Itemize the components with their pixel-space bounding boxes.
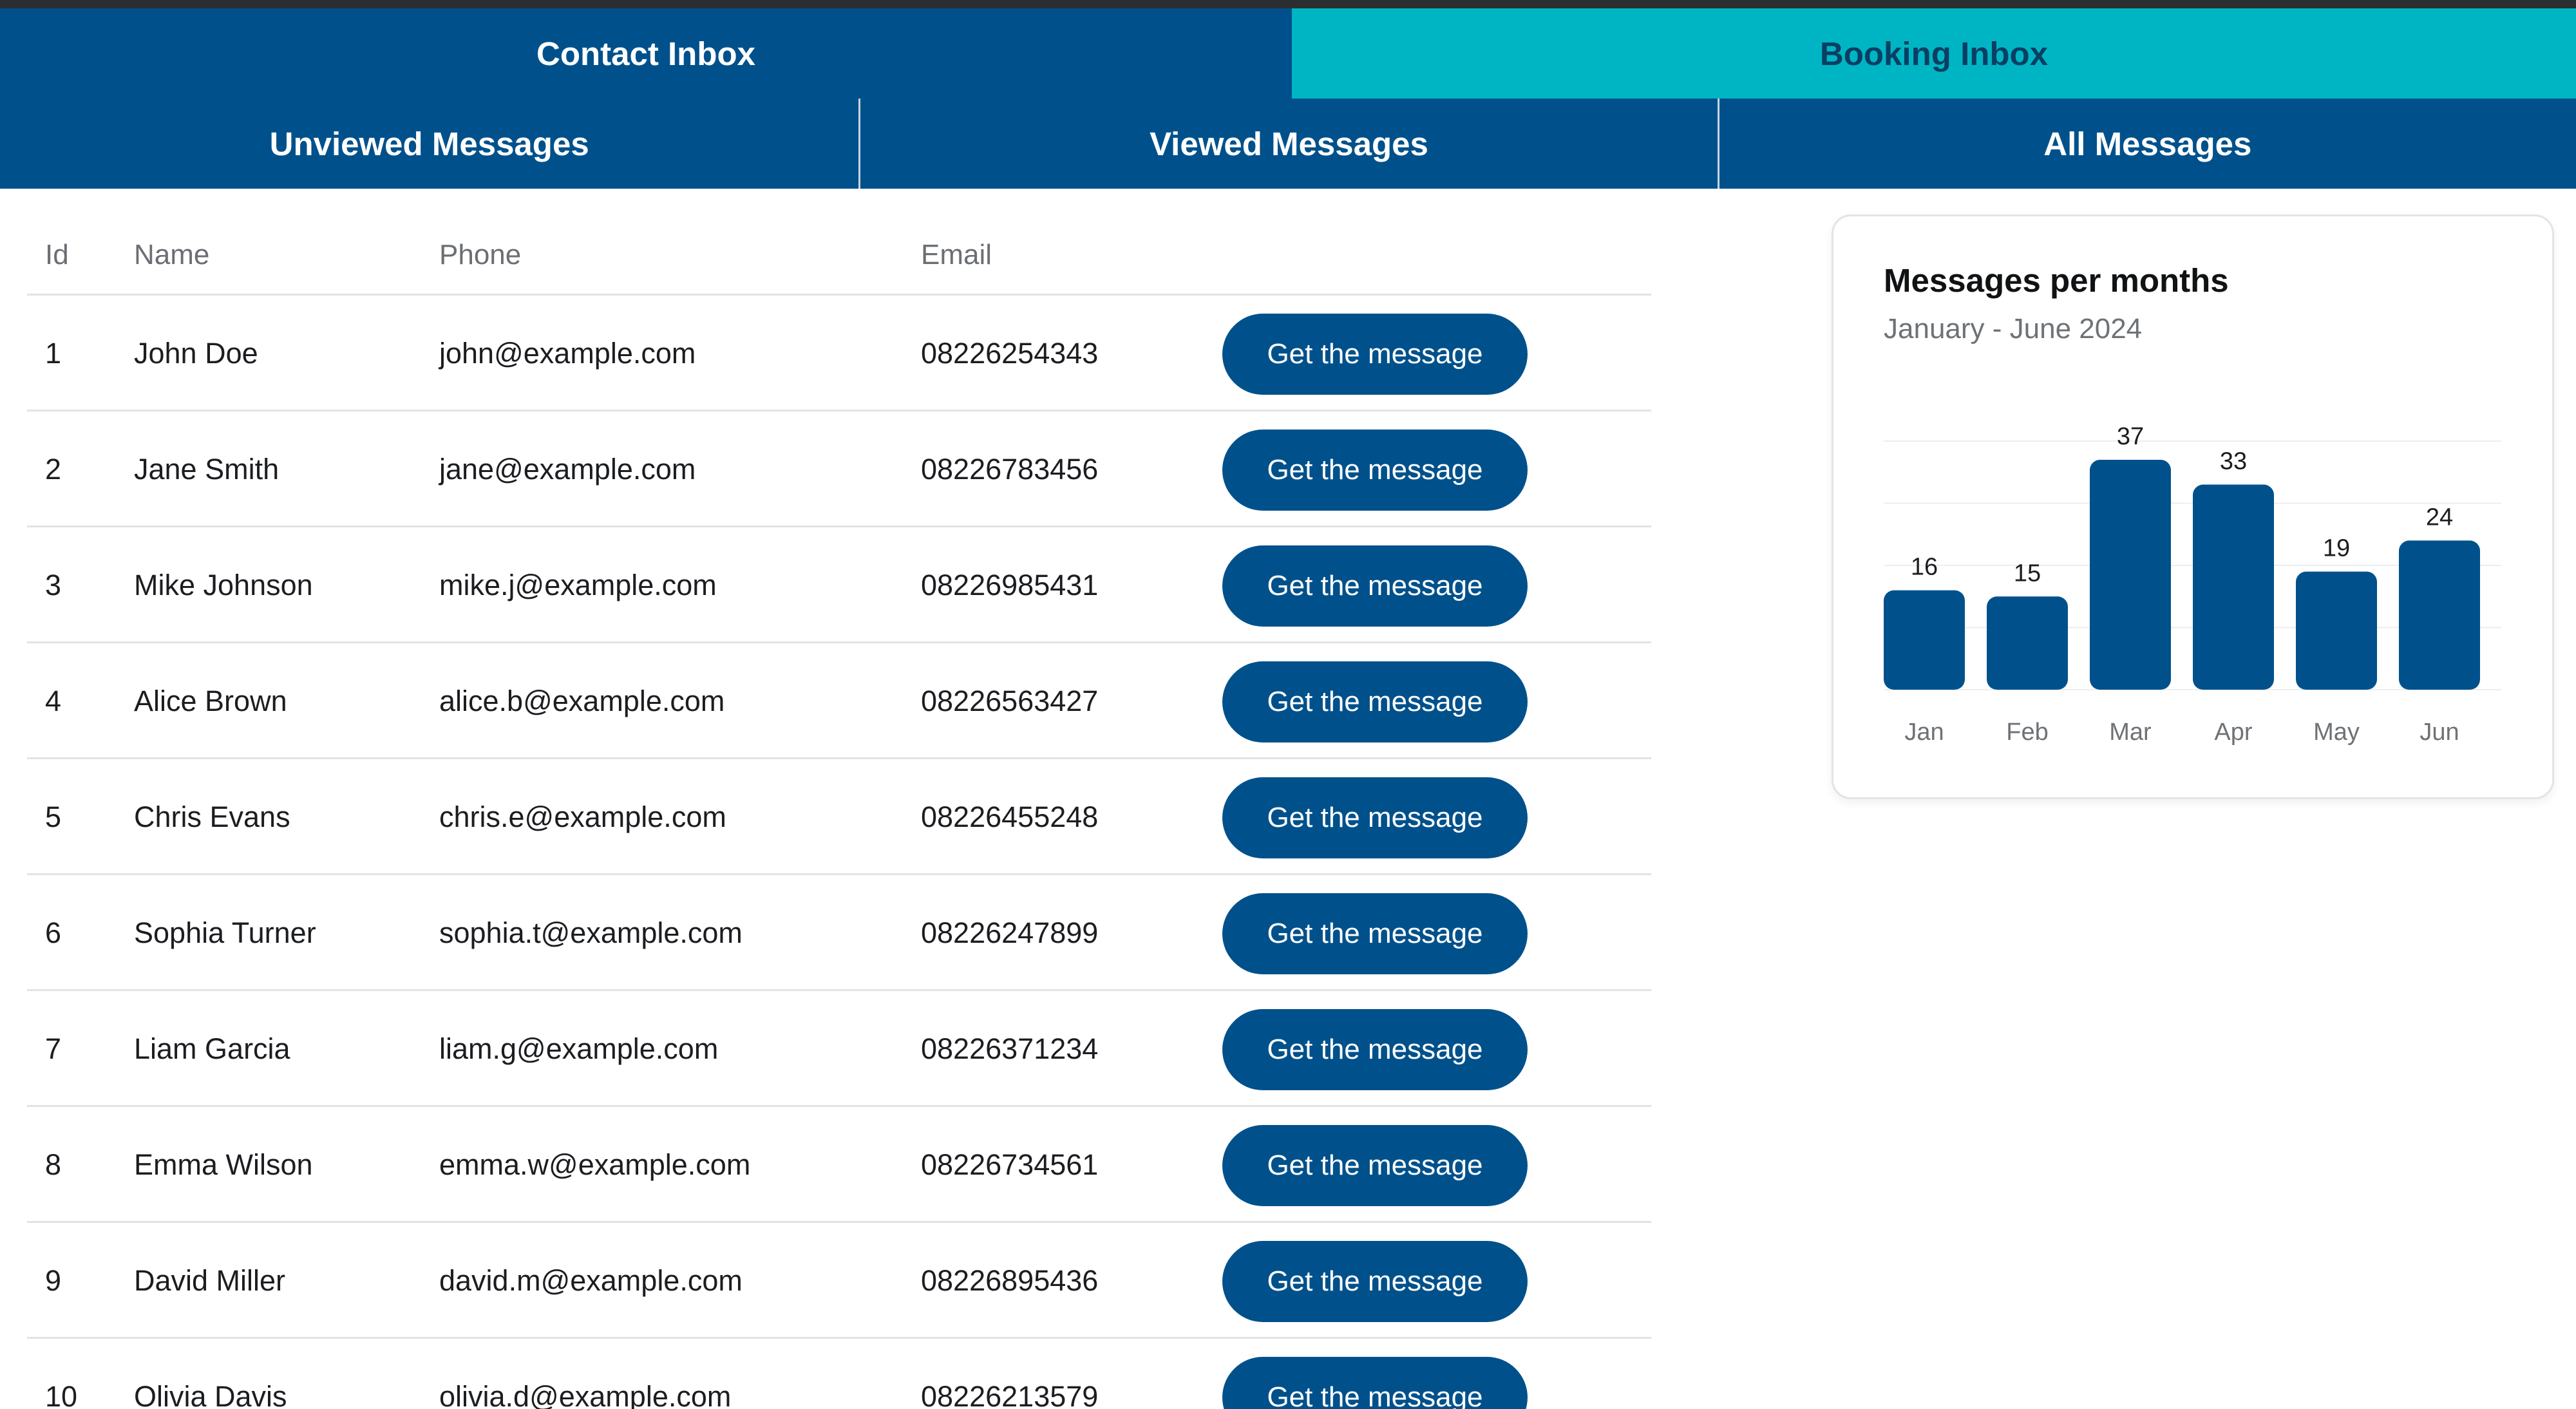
row-id: 2 — [45, 453, 62, 486]
row-name: Mike Johnson — [134, 569, 313, 601]
row-email: 08226371234 — [921, 1032, 1099, 1065]
row-name: Olivia Davis — [134, 1380, 287, 1409]
row-email: 08226734561 — [921, 1148, 1099, 1181]
get-message-button[interactable]: Get the message — [1222, 1357, 1528, 1409]
row-name: Emma Wilson — [134, 1148, 313, 1181]
chart-bar — [2399, 540, 2480, 690]
row-id: 3 — [45, 569, 62, 601]
get-message-button[interactable]: Get the message — [1222, 777, 1528, 858]
row-id: 5 — [45, 800, 62, 833]
chart-x-tick-label: Mar — [2109, 719, 2152, 746]
row-phone: john@example.com — [439, 337, 696, 370]
chart-x-tick-label: Feb — [2006, 719, 2048, 746]
tab-all-messages[interactable]: All Messages — [1717, 99, 2576, 189]
chart-bar — [1987, 596, 2068, 690]
chart-bar — [2193, 484, 2274, 690]
chart-data-label: 24 — [2426, 504, 2453, 531]
row-name: Alice Brown — [134, 685, 287, 717]
chart-bar — [2090, 459, 2171, 690]
table-header: Id Name Phone Email — [27, 214, 1651, 296]
get-message-button[interactable]: Get the message — [1222, 1241, 1528, 1322]
row-email: 08226895436 — [921, 1264, 1099, 1297]
window-top-strip — [0, 0, 2576, 8]
table-row: 1 John Doe john@example.com 08226254343 Get … — [27, 296, 1651, 411]
table-row: 6 Sophia Turner sophia.t@example.com 082262… — [27, 875, 1651, 991]
chart-x-tick-label: May — [2313, 719, 2360, 746]
row-email: 08226254343 — [921, 337, 1099, 370]
row-phone: david.m@example.com — [439, 1264, 743, 1297]
row-id: 4 — [45, 685, 62, 717]
chart-x-tick-label: Jan — [1904, 719, 1944, 746]
chart-data-label: 15 — [2014, 560, 2041, 587]
row-name: Sophia Turner — [134, 916, 316, 949]
row-phone: chris.e@example.com — [439, 800, 726, 833]
get-message-button[interactable]: Get the message — [1222, 314, 1528, 395]
table-row: 8 Emma Wilson emma.w@example.com 0822673456… — [27, 1107, 1651, 1223]
row-email: 08226563427 — [921, 685, 1099, 717]
row-id: 7 — [45, 1032, 62, 1065]
chart-x-tick-label: Jun — [2420, 719, 2459, 746]
row-email: 08226783456 — [921, 453, 1099, 486]
table-row: 2 Jane Smith jane@example.com 08226783456 Ge… — [27, 411, 1651, 527]
row-name: David Miller — [134, 1264, 286, 1297]
row-id: 8 — [45, 1148, 62, 1181]
row-phone: alice.b@example.com — [439, 685, 725, 717]
get-message-button[interactable]: Get the message — [1222, 430, 1528, 511]
row-name: Liam Garcia — [134, 1032, 290, 1065]
message-filter-tabs: Unviewed Messages Viewed Messages All Me… — [0, 99, 2576, 189]
table-row: 3 Mike Johnson mike.j@example.com 082269854… — [27, 527, 1651, 643]
row-email: 08226985431 — [921, 569, 1099, 601]
row-name: Jane Smith — [134, 453, 279, 486]
column-header-name: Name — [134, 239, 210, 270]
tab-booking-inbox[interactable]: Booking Inbox — [1292, 8, 2576, 99]
bar-chart: 16 Jan 15 Feb 37 Mar 33 Apr 19 May 24 Jun — [1884, 423, 2501, 746]
row-email: 08226247899 — [921, 916, 1099, 949]
row-id: 10 — [45, 1380, 78, 1409]
column-header-phone: Phone — [439, 239, 522, 270]
chart-data-label: 33 — [2220, 448, 2247, 475]
row-email: 08226213579 — [921, 1380, 1099, 1409]
row-phone: emma.w@example.com — [439, 1148, 751, 1181]
get-message-button[interactable]: Get the message — [1222, 1125, 1528, 1206]
row-name: John Doe — [134, 337, 258, 370]
chart-data-label: 16 — [1911, 554, 1938, 581]
tab-contact-inbox[interactable]: Contact Inbox — [0, 8, 1292, 99]
tab-unviewed-messages[interactable]: Unviewed Messages — [0, 99, 858, 189]
messages-table: Id Name Phone Email 1 John Doe john@exampl… — [27, 189, 1651, 1409]
table-row: 4 Alice Brown alice.b@example.com 082265634… — [27, 643, 1651, 759]
row-phone: sophia.t@example.com — [439, 916, 743, 949]
row-id: 6 — [45, 916, 62, 949]
row-phone: mike.j@example.com — [439, 569, 717, 601]
table-row: 9 David Miller david.m@example.com 08226895… — [27, 1223, 1651, 1339]
app-frame: Contact Inbox Booking Inbox Unviewed Mes… — [0, 0, 2576, 1409]
chart-bar — [1884, 590, 1965, 690]
table-row: 7 Liam Garcia liam.g@example.com 0822637123… — [27, 991, 1651, 1107]
chart-data-label: 19 — [2323, 535, 2350, 562]
row-name: Chris Evans — [134, 800, 290, 833]
inbox-tabs: Contact Inbox Booking Inbox — [0, 8, 2576, 99]
get-message-button[interactable]: Get the message — [1222, 545, 1528, 627]
chart-card: Messages per months January - June 2024 … — [1832, 214, 2554, 799]
table-row: 10 Olivia Davis olivia.d@example.com 082262… — [27, 1339, 1651, 1409]
get-message-button[interactable]: Get the message — [1222, 893, 1528, 974]
row-phone: liam.g@example.com — [439, 1032, 719, 1065]
chart-x-tick-label: Apr — [2214, 719, 2252, 746]
table-row: 5 Chris Evans chris.e@example.com 082264552… — [27, 759, 1651, 875]
tab-viewed-messages[interactable]: Viewed Messages — [858, 99, 1717, 189]
chart-bar — [2296, 571, 2377, 690]
row-id: 1 — [45, 337, 62, 370]
row-id: 9 — [45, 1264, 62, 1297]
column-header-email: Email — [921, 239, 992, 270]
row-phone: jane@example.com — [439, 453, 696, 486]
row-email: 08226455248 — [921, 800, 1099, 833]
chart-data-label: 37 — [2117, 423, 2144, 450]
get-message-button[interactable]: Get the message — [1222, 1009, 1528, 1090]
get-message-button[interactable]: Get the message — [1222, 661, 1528, 742]
row-phone: olivia.d@example.com — [439, 1380, 732, 1409]
column-header-id: Id — [45, 239, 69, 270]
